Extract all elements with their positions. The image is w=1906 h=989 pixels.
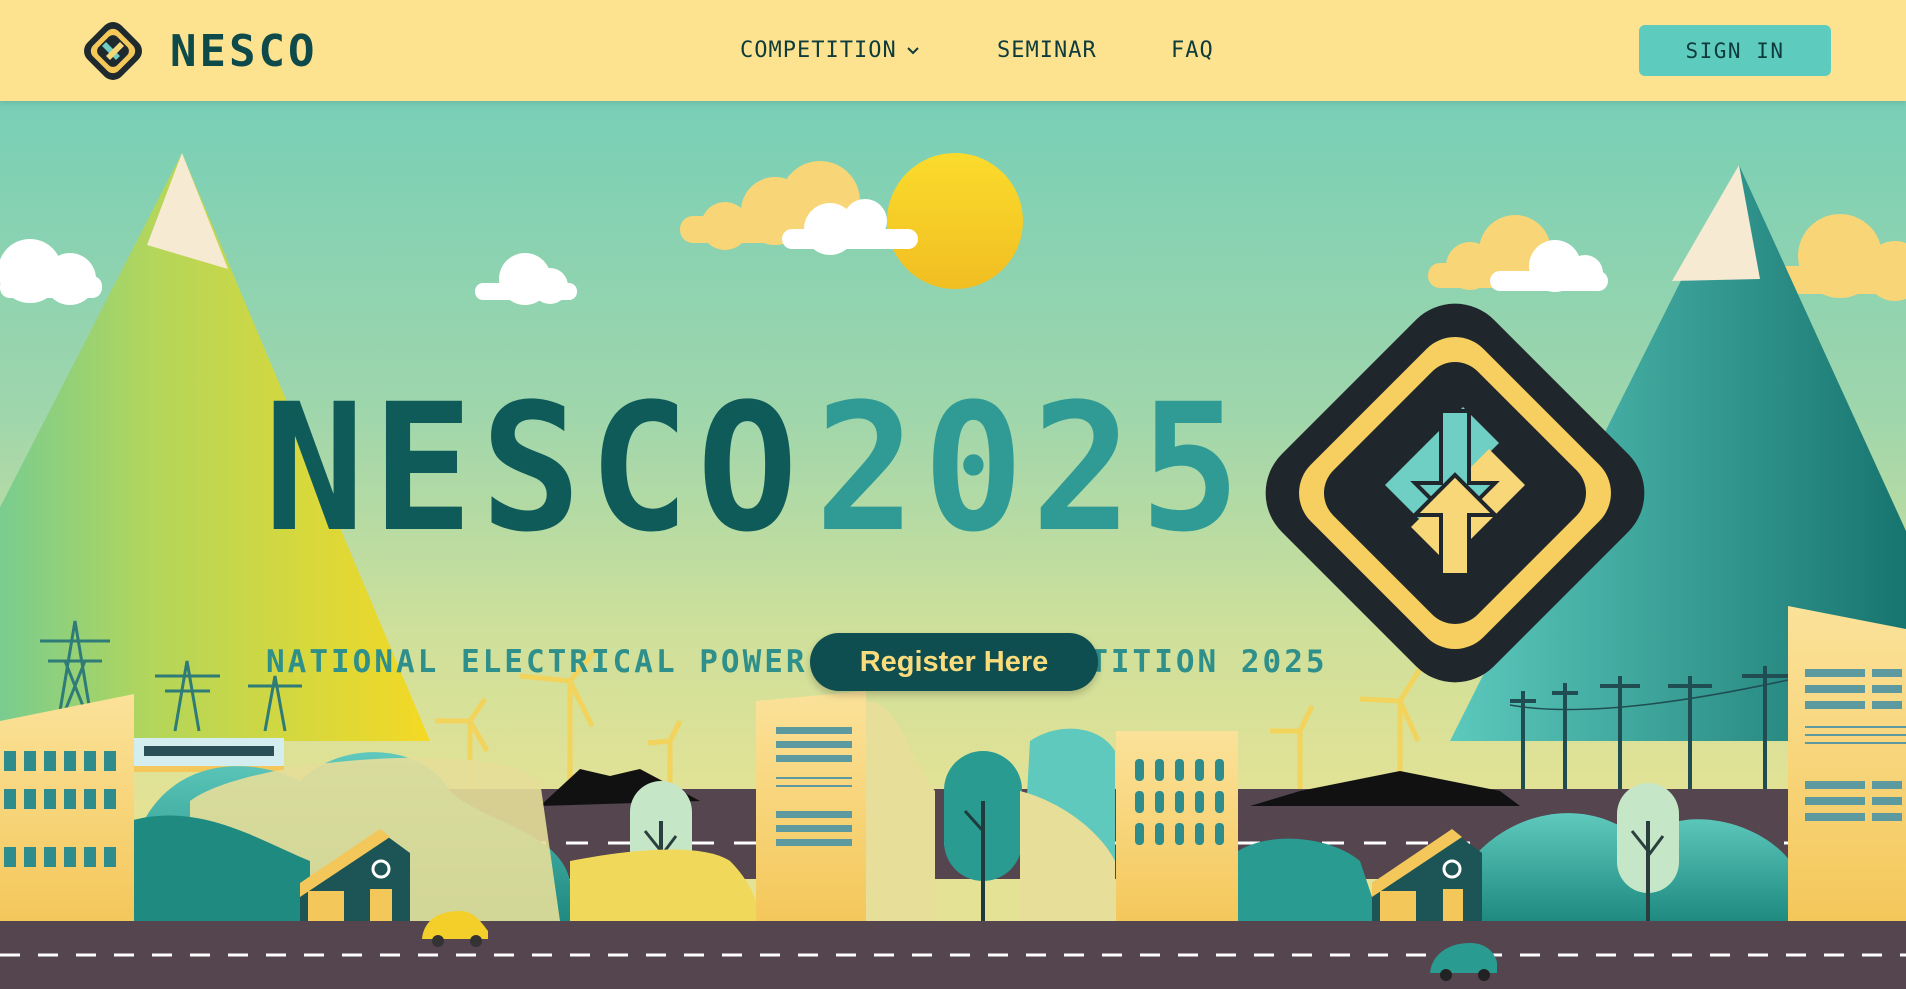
cloud (475, 253, 577, 305)
apartment-building (1788, 606, 1906, 921)
sun (887, 153, 1023, 289)
hero-title: NESCO2025 (264, 381, 1240, 557)
brand-name: NESCO (170, 25, 318, 77)
hero-banner: NESCO2025 NATIONAL ELECTRICAL POWER SYST… (0, 101, 1906, 989)
sign-in-button[interactable]: SIGN IN (1639, 25, 1831, 76)
cloud (0, 239, 102, 305)
apartment-building (1116, 731, 1238, 921)
hero-subtitle: NATIONAL ELECTRICAL POWER SYSTEM COMPETI… (266, 644, 1328, 680)
hero-title-year: 2025 (814, 366, 1248, 571)
nav-faq-link[interactable]: FAQ (1171, 0, 1214, 101)
chevron-down-icon (906, 46, 919, 54)
tree (944, 751, 1022, 921)
nav-competition-label: COMPETITION (740, 38, 897, 63)
apartment-building (0, 694, 134, 921)
nav-competition-dropdown[interactable]: COMPETITION (740, 0, 921, 101)
nav-seminar-label: SEMINAR (997, 38, 1097, 63)
register-button[interactable]: Register Here (810, 633, 1098, 691)
nav-faq-label: FAQ (1171, 38, 1214, 63)
top-navbar: NESCO COMPETITION SEMINAR FAQ SIGN IN (0, 0, 1906, 101)
nesco-diamond-logo-icon (84, 22, 142, 80)
nav-seminar-link[interactable]: SEMINAR (997, 0, 1097, 101)
hero-title-word: NESCO (264, 366, 806, 571)
brand-home-link[interactable]: NESCO (76, 14, 317, 88)
office-building (756, 691, 935, 921)
train (134, 738, 284, 772)
